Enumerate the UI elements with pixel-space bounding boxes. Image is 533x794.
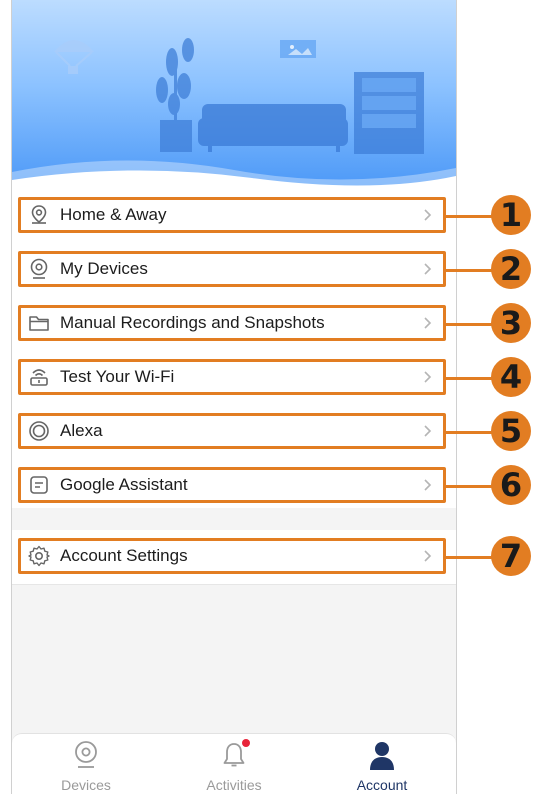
callout-connector [445, 323, 493, 326]
gear-icon [28, 545, 50, 567]
menu-item-home-away[interactable]: Home & Away [12, 189, 456, 244]
callout-badge: 7 [491, 536, 531, 576]
menu-item-manual-recordings[interactable]: Manual Recordings and Snapshots [12, 297, 456, 352]
menu-item-test-wifi[interactable]: Test Your Wi-Fi [12, 351, 456, 406]
menu-item-account-settings[interactable]: Account Settings [12, 530, 456, 585]
callout-connector [445, 269, 493, 272]
callout-connector [445, 215, 493, 218]
callout-connector [445, 377, 493, 380]
menu-item-label: Home & Away [60, 205, 167, 224]
callout-badge: 1 [491, 195, 531, 235]
google-assistant-icon [30, 476, 48, 494]
menu-item-label: Account Settings [60, 546, 188, 565]
callout-badge: 4 [491, 357, 531, 397]
tab-label: Devices [61, 777, 111, 793]
chevron-right-icon [424, 371, 432, 383]
tab-activities[interactable]: Activities [160, 734, 308, 794]
menu-item-alexa[interactable]: Alexa [12, 405, 456, 460]
tab-label: Account [356, 777, 408, 793]
menu-item-my-devices[interactable]: My Devices [12, 243, 456, 298]
section-divider [12, 508, 456, 530]
header-illustration [12, 0, 456, 190]
tab-devices[interactable]: Devices [12, 734, 160, 794]
callout-connector [445, 556, 493, 559]
location-pin-icon [31, 205, 47, 224]
chevron-right-icon [424, 317, 432, 329]
app-screen: Home & Away My Devices Manual Recordings… [11, 0, 457, 794]
camera-icon [75, 741, 97, 768]
camera-icon [30, 258, 48, 279]
chevron-right-icon [424, 479, 432, 491]
callout-badge: 6 [491, 465, 531, 505]
chevron-right-icon [424, 425, 432, 437]
chevron-right-icon [424, 550, 432, 562]
folder-icon [29, 316, 49, 331]
menu-item-label: Manual Recordings and Snapshots [60, 313, 325, 332]
callout-badge: 2 [491, 249, 531, 289]
menu-item-label: Test Your Wi-Fi [60, 367, 175, 386]
callout-connector [445, 431, 493, 434]
person-icon [370, 742, 394, 770]
chevron-right-icon [424, 209, 432, 221]
menu-item-google-assistant[interactable]: Google Assistant [12, 459, 456, 514]
callout-connector [445, 485, 493, 488]
menu-item-label: Google Assistant [60, 475, 188, 494]
notification-dot [242, 739, 250, 747]
alexa-icon [29, 421, 49, 441]
tab-label: Activities [206, 777, 262, 793]
tab-account[interactable]: Account [308, 734, 456, 794]
callout-badge: 3 [491, 303, 531, 343]
bottom-tab-bar: Devices Activities Account [12, 733, 456, 794]
router-icon [30, 369, 48, 386]
menu-item-label: My Devices [60, 259, 148, 278]
callout-badge: 5 [491, 411, 531, 451]
living-room-illustration [12, 38, 456, 190]
chevron-right-icon [424, 263, 432, 275]
menu-item-label: Alexa [60, 421, 103, 440]
